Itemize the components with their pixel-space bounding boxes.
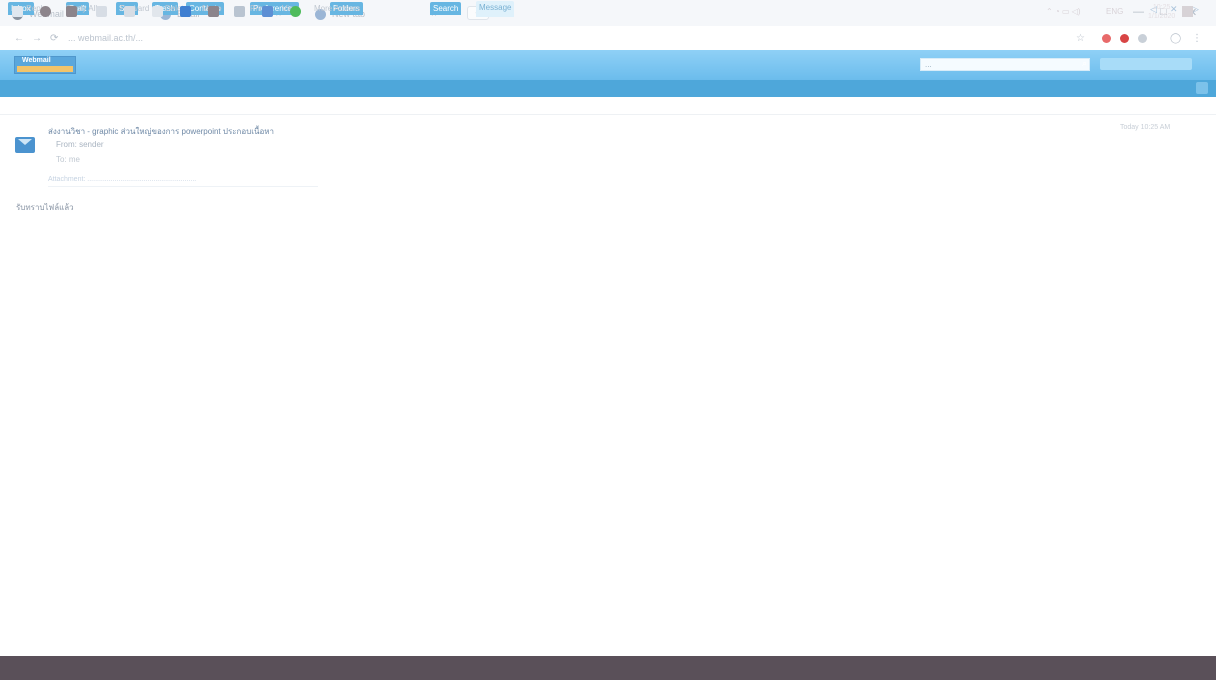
logo-stripe [17, 66, 73, 72]
more-actions-button[interactable]: More Actions [314, 4, 360, 13]
extension-icon[interactable] [1138, 34, 1147, 43]
message-toolbar [0, 97, 1216, 115]
extension-icon[interactable] [1120, 34, 1129, 43]
line-icon[interactable] [290, 6, 301, 17]
chrome-icon[interactable] [234, 6, 245, 17]
clock-time: 10:25 [1152, 4, 1171, 11]
star-icon[interactable]: ☆ [1076, 33, 1085, 44]
refresh-icon[interactable]: ⟳ [50, 33, 58, 44]
mail-icon[interactable] [152, 6, 163, 17]
menu-icon[interactable]: ⋮ [1192, 33, 1202, 44]
taskbar-clock[interactable]: 10:25 1/1/2020 [1148, 3, 1175, 21]
nav-corner-button[interactable] [1196, 82, 1208, 94]
back-icon[interactable]: ← [14, 33, 24, 44]
divider [48, 186, 318, 187]
store-icon[interactable] [124, 6, 135, 17]
app-icon[interactable] [208, 6, 219, 17]
search-input[interactable]: ... [920, 58, 1090, 71]
tray-icons[interactable]: ⌃ ◔ ▭ ◁) [1046, 7, 1081, 16]
message-from[interactable]: From: sender [56, 140, 104, 149]
envelope-flap [18, 139, 32, 146]
message-body: รับทราบไฟล์แล้ว [16, 203, 74, 212]
notification-icon[interactable] [1182, 6, 1193, 17]
next-message-icon[interactable]: ▷ [1192, 4, 1199, 15]
message-to[interactable]: To: me [56, 155, 80, 164]
attachment-link[interactable]: Attachment: ............................… [48, 176, 196, 183]
tab-search[interactable]: Search [430, 2, 462, 15]
search-icon[interactable]: ⌕ [1082, 58, 1087, 69]
clock-date: 1/1/2020 [1148, 13, 1176, 20]
extension-icon[interactable] [1102, 34, 1111, 43]
app-nav [0, 80, 1216, 97]
logo-text: Webmail [22, 57, 51, 64]
edge-icon[interactable] [180, 6, 191, 17]
start-icon[interactable] [12, 6, 23, 17]
message-subject: ส่งงานวิชา - graphic ส่วนใหญ่ของการ powe… [48, 127, 275, 136]
search-icon[interactable] [40, 6, 51, 17]
tab-message[interactable]: Message [476, 1, 515, 17]
taskbar [0, 656, 1216, 680]
header-user-link[interactable] [1100, 58, 1192, 70]
language-indicator[interactable]: ENG [1106, 7, 1123, 16]
profile-icon[interactable]: ◯ [1170, 33, 1181, 44]
url-input[interactable]: ... webmail.ac.th/... [68, 33, 143, 43]
message-date: Today 10:25 AM [1120, 124, 1171, 131]
address-bar: ← → ⟳ ... webmail.ac.th/... ☆ ◯ ⋮ [0, 26, 1216, 50]
task-view-icon[interactable] [66, 6, 77, 17]
forward-icon[interactable]: → [32, 33, 42, 44]
file-explorer-icon[interactable] [96, 6, 107, 17]
word-icon[interactable] [262, 6, 273, 17]
minimize-icon[interactable]: — [1133, 6, 1144, 18]
